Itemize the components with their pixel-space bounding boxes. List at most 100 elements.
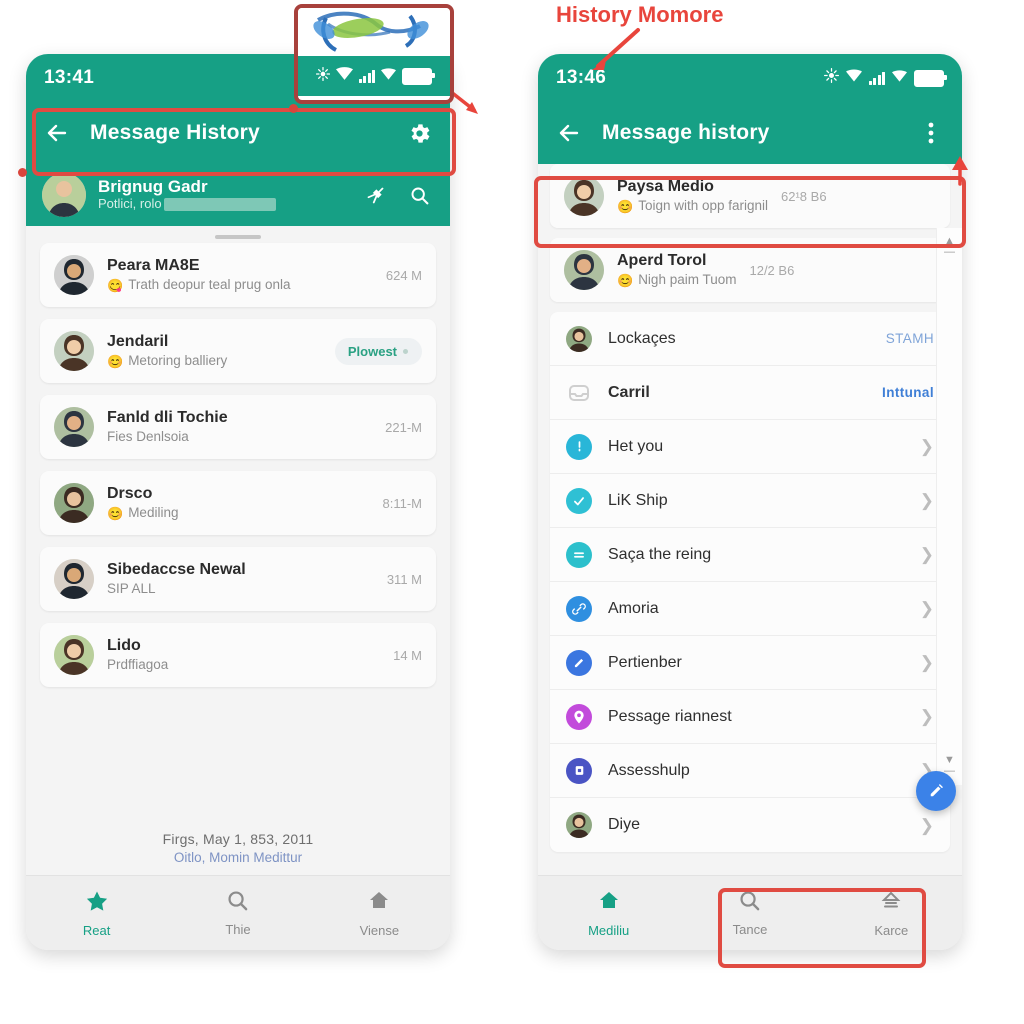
conversation-name: Fanld dli Tochie: [107, 408, 228, 426]
status-badge[interactable]: Plowest: [334, 337, 422, 365]
home-icon: [597, 889, 621, 918]
annotation-title: History Momore: [556, 2, 724, 27]
pin-icon[interactable]: [360, 180, 390, 210]
icon-alert-icon: [566, 433, 592, 460]
settings-row[interactable]: Saça the reing ❯: [550, 528, 950, 582]
profile-name: Brignug Gadr: [98, 176, 208, 196]
preview-text: Metoring balliery: [128, 352, 228, 368]
settings-row-label: Amoria: [608, 599, 659, 617]
wifi2-icon: [892, 69, 907, 87]
phone-right: 13:46 Message history Paysa Medio 😊 Toig…: [538, 54, 962, 950]
search-icon[interactable]: [404, 180, 434, 210]
conversation-row[interactable]: Fanld dli Tochie Fies Denlsoia 221-M: [40, 395, 436, 459]
icon-avatar-icon: [566, 812, 592, 838]
settings-row-value: STAMH: [885, 331, 934, 346]
settings-row-label: Carril: [608, 383, 650, 401]
redaction-bar: [163, 198, 276, 212]
avatar: [54, 255, 94, 295]
conversation-row[interactable]: Paysa Medio 😊 Toign with opp farignil 62¹8 …: [550, 164, 950, 228]
icon-inbox-icon: [566, 380, 592, 406]
battery-icon: [914, 69, 947, 87]
settings-row[interactable]: LiK Ship ❯: [550, 474, 950, 528]
conversation-meta: Lido Prdffiagoa: [107, 636, 380, 674]
conversation-name: Lido: [107, 636, 141, 654]
arrow-left-icon[interactable]: [42, 118, 72, 148]
avatar: [54, 407, 94, 447]
conversation-row[interactable]: Aperd Torol 😊 Nigh paim Tuom 12/2 B6: [550, 238, 950, 302]
conversation-meta: Fanld dli Tochie Fies Denlsoia: [107, 408, 372, 446]
settings-row[interactable]: Assesshulp ❯: [550, 744, 950, 798]
home2-icon: [879, 889, 903, 918]
search-icon: [226, 889, 249, 917]
icon-check-icon: [566, 487, 592, 514]
scrollbar[interactable]: ▲ — ▼ —: [936, 228, 962, 785]
nav-item-thie[interactable]: Thie: [167, 889, 308, 937]
conversation-time: 221-M: [385, 419, 422, 435]
right-list-body[interactable]: Paysa Medio 😊 Toign with opp farignil 62¹8 …: [538, 164, 962, 875]
settings-row[interactable]: Lockaçes STAMH: [550, 312, 950, 366]
location-icon: [315, 66, 330, 86]
conversation-preview: 😊 Metoring balliery: [107, 352, 322, 370]
conversation-row[interactable]: Drsco 😊 Mediling 8:11-M: [40, 471, 436, 535]
settings-row-label: Pessage riannest: [608, 707, 732, 725]
home-icon: [367, 889, 391, 918]
conversation-name: Drsco: [107, 484, 153, 502]
conversation-time: 311 M: [386, 571, 422, 587]
conversation-row[interactable]: Lido Prdffiagoa 14 M: [40, 623, 436, 687]
phone-left: 13:41 Message History Brignug Gadr Potli…: [26, 54, 450, 950]
status-icon-group: [823, 68, 947, 88]
avatar: [54, 483, 94, 523]
icon-link-icon: [566, 595, 592, 622]
nav-item-reat[interactable]: Reat: [26, 889, 167, 938]
conversation-row[interactable]: Peara MA8E 😋 Trath deopur teal prug onla 62…: [40, 243, 436, 307]
wifi-icon: [845, 69, 862, 87]
conversation-meta: Drsco 😊 Mediling: [107, 484, 370, 522]
preview-emoji: 😋: [107, 277, 124, 293]
preview-text: Toign with opp farignil: [638, 197, 769, 213]
settings-row[interactable]: Pertienber ❯: [550, 636, 950, 690]
conversation-row[interactable]: Sibedaccse Newal SIP ALL 311 M: [40, 547, 436, 611]
wifi-icon: [335, 67, 353, 85]
settings-list: Lockaçes STAMH Carril Inttunal Het you ❯ LiK S…: [550, 312, 950, 852]
settings-row[interactable]: Carril Inttunal: [550, 366, 950, 420]
conversation-preview: SIP ALL: [107, 580, 374, 598]
nav-item-label: Tance: [732, 922, 768, 937]
nav-item-mediliu[interactable]: Mediliu: [538, 889, 679, 938]
nav-item-karce[interactable]: Karce: [821, 889, 962, 938]
footnote-line1: Firgs, May 1, 853, 2011: [162, 831, 314, 847]
gear-icon[interactable]: [404, 118, 434, 148]
overflow-menu-icon[interactable]: [916, 118, 946, 148]
preview-text: SIP ALL: [107, 580, 156, 596]
status-bar-magnified-callout: [294, 4, 454, 104]
settings-row[interactable]: Pessage riannest ❯: [550, 690, 950, 744]
nav-item-viense[interactable]: Viense: [309, 889, 450, 938]
profile-subtitle-text: Potlici, rolo: [98, 196, 162, 212]
conversation-name: Sibedaccse Newal: [107, 560, 246, 578]
conversation-name: Peara MA8E: [107, 256, 200, 274]
signal-icon: [358, 69, 376, 83]
right-screen: 13:46 Message history Paysa Medio 😊 Toig…: [538, 54, 962, 950]
conversation-preview: Prdffiagoa: [107, 656, 380, 674]
conversation-preview: 😊 Mediling: [107, 504, 370, 522]
left-list-body[interactable]: Peara MA8E 😋 Trath deopur teal prug onla 62…: [26, 226, 450, 875]
left-app-bar: Message History: [26, 102, 450, 164]
left-bottom-nav: Reat Thie Viense: [26, 875, 450, 950]
nav-item-label: Viense: [359, 922, 400, 938]
page-title: Message history: [602, 121, 770, 144]
nav-item-tance[interactable]: Tance: [679, 889, 820, 937]
settings-row[interactable]: Diye ❯: [550, 798, 950, 852]
compose-fab[interactable]: [916, 771, 956, 811]
conversation-name: Paysa Medio: [617, 177, 714, 195]
preview-emoji: 😊: [107, 505, 124, 521]
arrow-left-icon[interactable]: [554, 118, 584, 148]
profile-strip[interactable]: Brignug Gadr Potlici, rolo: [26, 164, 450, 226]
conversation-row[interactable]: Jendaril 😊 Metoring balliery Plowest: [40, 319, 436, 383]
settings-row-label: LiK Ship: [608, 491, 668, 509]
screenshot-stage: 13:41 Message History Brignug Gadr Potli…: [0, 0, 1024, 1024]
scroll-up-icon[interactable]: ▲ —: [944, 236, 955, 258]
conversation-name: Jendaril: [107, 332, 169, 350]
profile-subtitle: Potlici, rolo: [98, 196, 348, 213]
icon-file-icon: [566, 757, 592, 784]
settings-row[interactable]: Het you ❯: [550, 420, 950, 474]
settings-row[interactable]: Amoria ❯: [550, 582, 950, 636]
